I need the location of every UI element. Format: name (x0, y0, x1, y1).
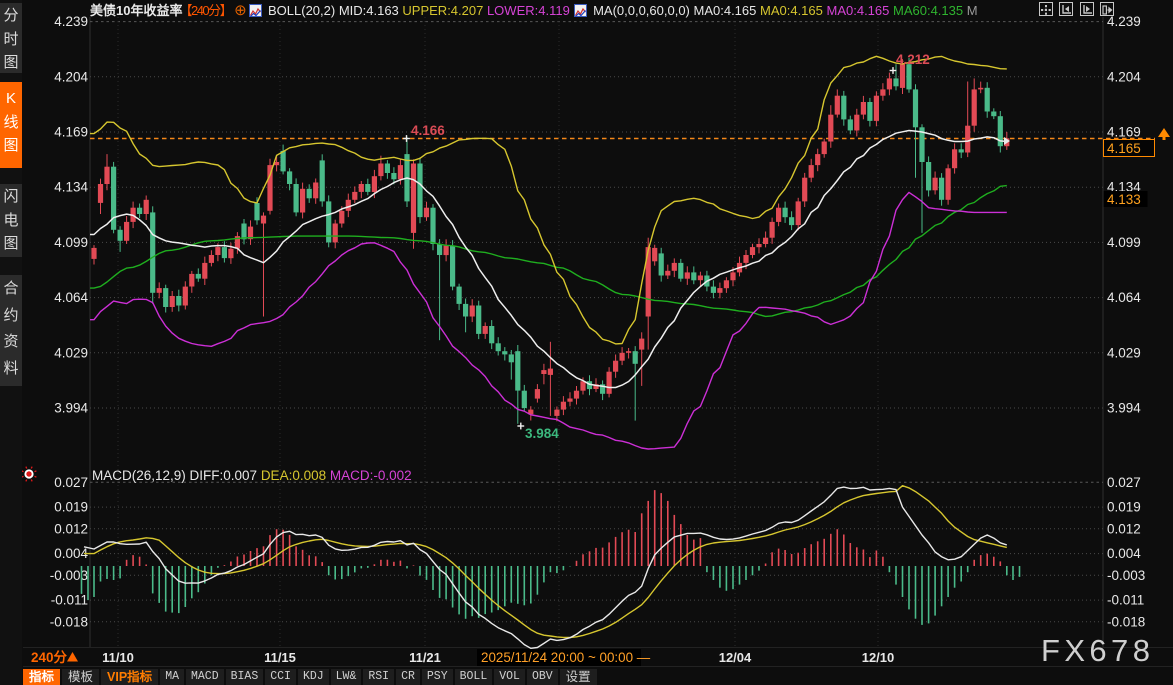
svg-text:-0.011: -0.011 (51, 593, 88, 608)
svg-text:4.064: 4.064 (1107, 290, 1141, 305)
svg-text:0.019: 0.019 (1107, 500, 1141, 515)
svg-text:0.027: 0.027 (1107, 475, 1141, 490)
svg-text:4.165: 4.165 (1107, 141, 1141, 156)
svg-text:11/10: 11/10 (102, 650, 134, 665)
svg-text:11/15: 11/15 (264, 650, 296, 665)
svg-text:4.099: 4.099 (54, 235, 88, 250)
svg-text:240分: 240分 (31, 650, 68, 665)
svg-text:12/04: 12/04 (719, 650, 752, 665)
svg-text:3.994: 3.994 (1107, 401, 1141, 416)
svg-text:2025/11/24 20:00 ~ 00:00 —: 2025/11/24 20:00 ~ 00:00 — (481, 650, 651, 665)
svg-text:-0.018: -0.018 (50, 614, 88, 629)
svg-text:4.204: 4.204 (54, 69, 88, 84)
svg-text:3.984: 3.984 (525, 426, 559, 441)
svg-text:0.004: 0.004 (54, 546, 88, 561)
svg-text:4.204: 4.204 (1107, 69, 1141, 84)
svg-text:4.212: 4.212 (896, 52, 930, 67)
svg-text:4.134: 4.134 (54, 180, 88, 195)
svg-text:4.166: 4.166 (411, 123, 445, 138)
svg-text:11/21: 11/21 (409, 650, 441, 665)
svg-text:12/10: 12/10 (862, 650, 895, 665)
svg-text:0.027: 0.027 (54, 475, 88, 490)
svg-text:4.029: 4.029 (54, 345, 88, 360)
svg-text:4.169: 4.169 (1107, 125, 1141, 140)
svg-text:-0.011: -0.011 (1107, 593, 1144, 608)
svg-text:3.994: 3.994 (54, 401, 88, 416)
svg-text:0.019: 0.019 (54, 500, 88, 515)
svg-text:FX678: FX678 (1041, 633, 1154, 668)
svg-text:-0.018: -0.018 (1107, 614, 1145, 629)
svg-text:4.064: 4.064 (54, 290, 88, 305)
svg-text:0.004: 0.004 (1107, 546, 1141, 561)
svg-text:4.099: 4.099 (1107, 235, 1141, 250)
svg-text:4.133: 4.133 (1107, 192, 1141, 207)
svg-text:0.012: 0.012 (1107, 521, 1141, 536)
svg-text:MACD(26,12,9) DIFF:0.007 DEA:0: MACD(26,12,9) DIFF:0.007 DEA:0.008 MACD:… (92, 468, 412, 483)
svg-text:4.169: 4.169 (54, 125, 88, 140)
svg-text:4.029: 4.029 (1107, 345, 1141, 360)
svg-text:0.012: 0.012 (54, 521, 88, 536)
svg-text:-0.003: -0.003 (1107, 568, 1145, 583)
svg-text:4.239: 4.239 (54, 14, 88, 29)
